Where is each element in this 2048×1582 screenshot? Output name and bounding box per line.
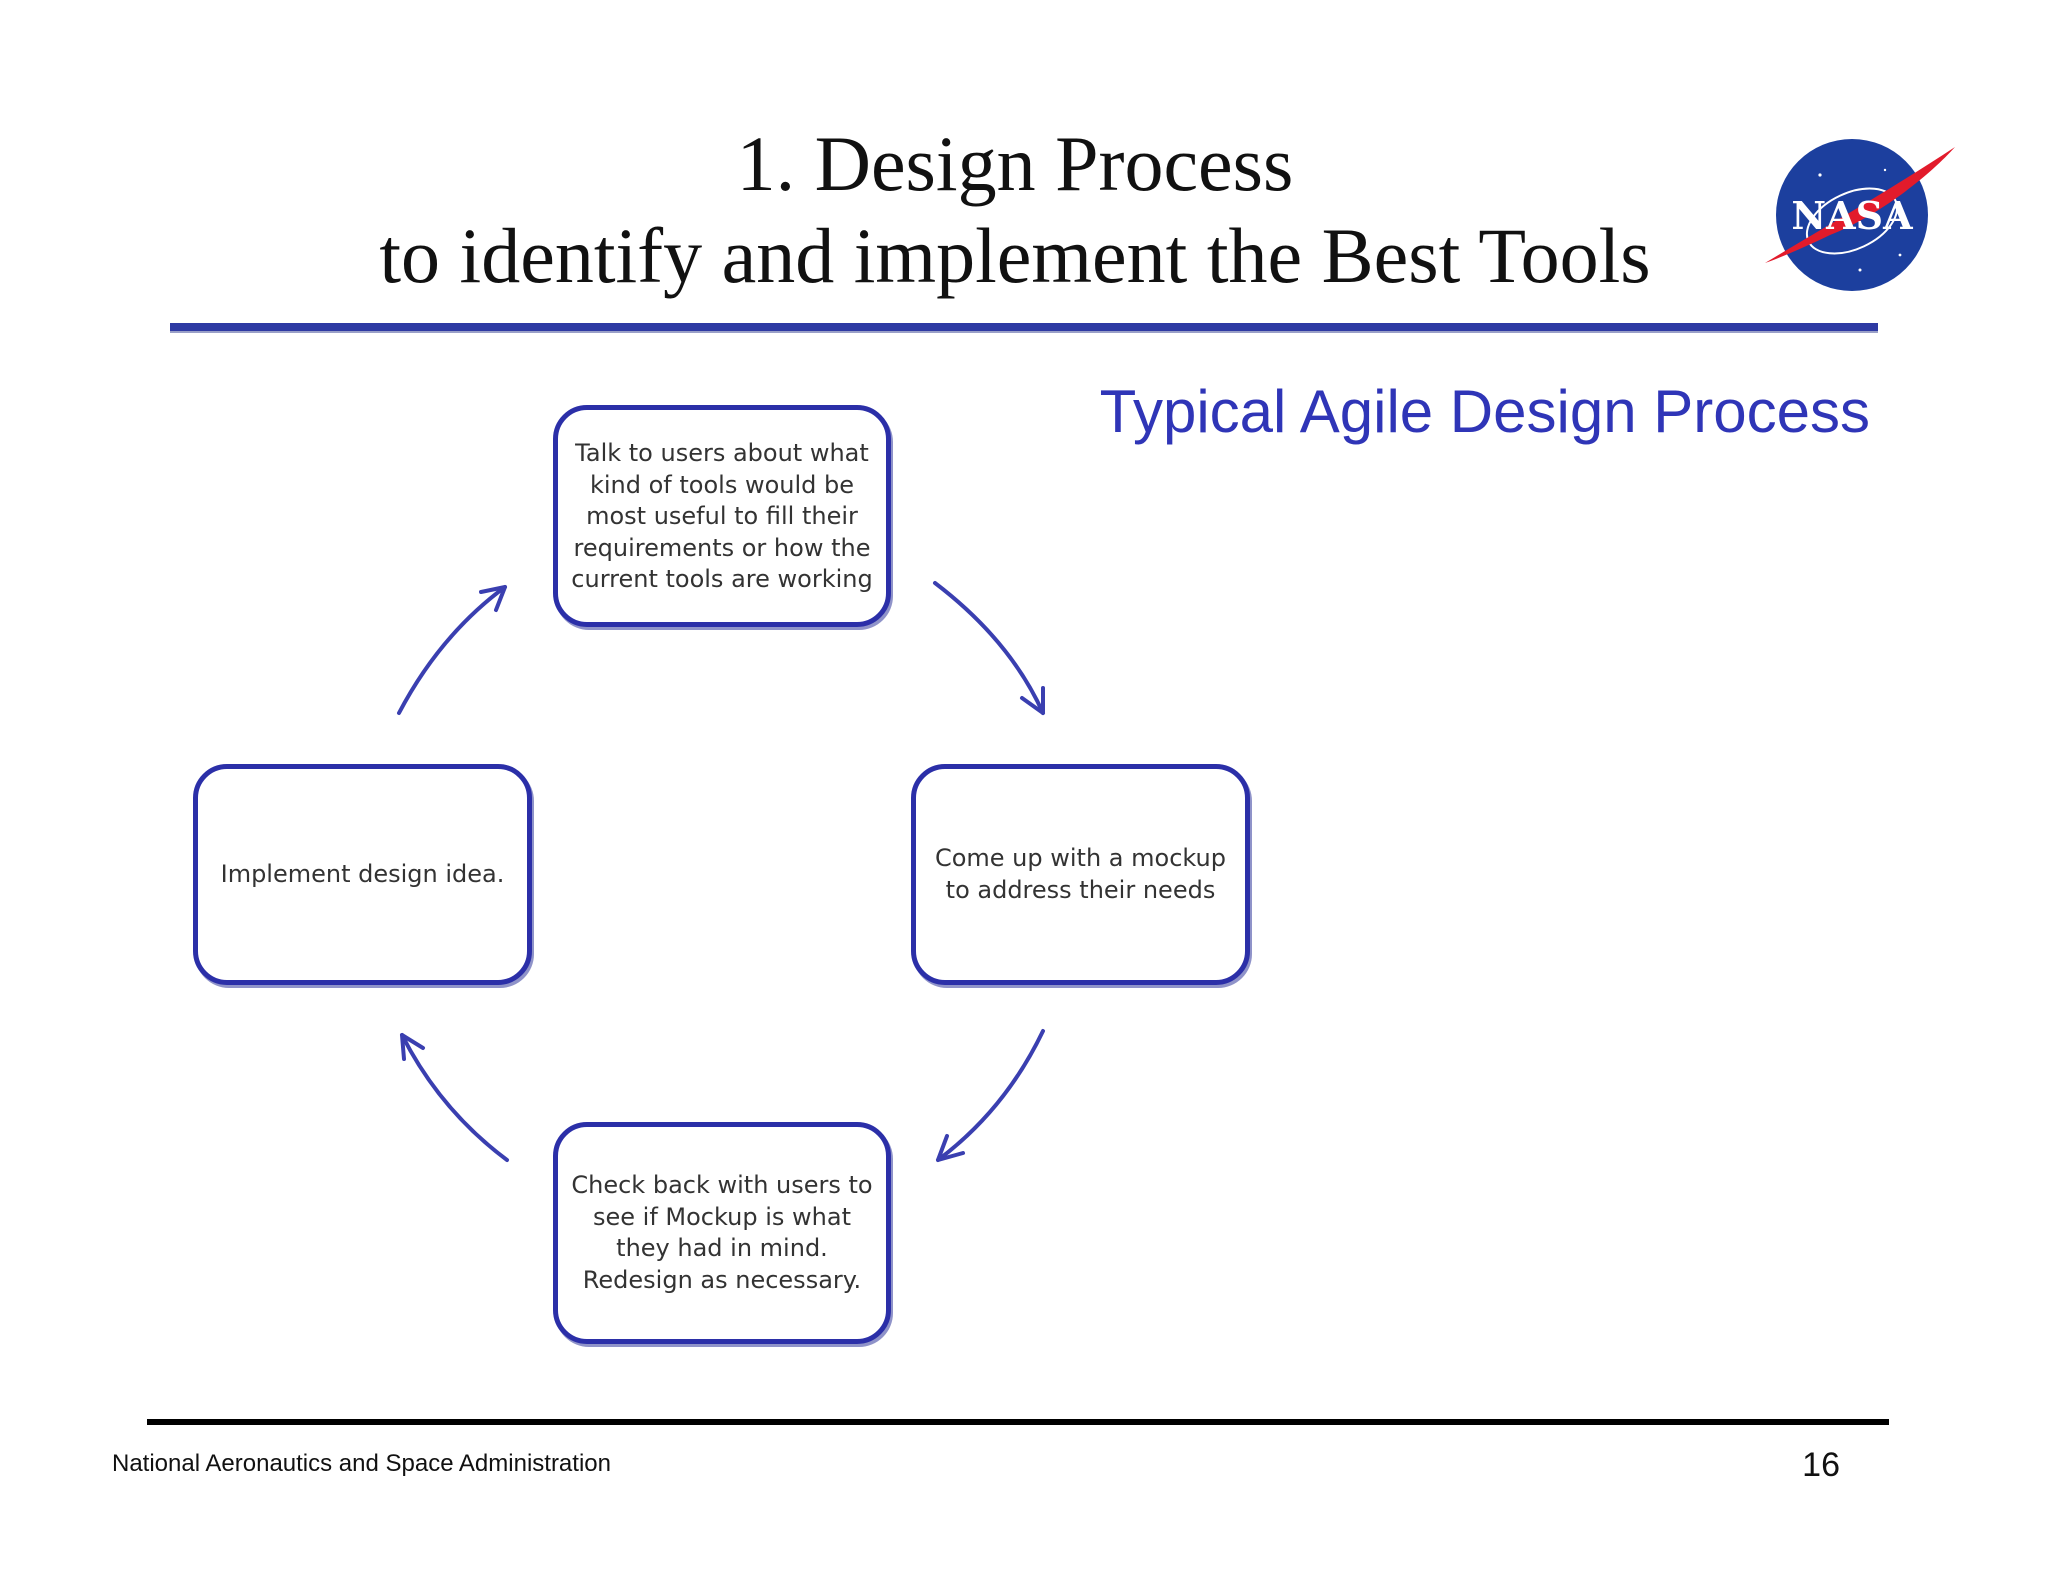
step-1-line-2: kind of tools would be (589, 470, 855, 499)
step-1-line-1: Talk to users about what (575, 439, 869, 467)
arrow-right-to-bottom (936, 1029, 1045, 1162)
step-1-line-3: most useful to fill their (586, 502, 858, 530)
page-number: 16 (1802, 1446, 1840, 1484)
step-3-line-2: see if Mockup is what (593, 1202, 851, 1231)
arrow-bottom-to-left (400, 1033, 509, 1162)
step-talk-to-users: Talk to users about what kind of tools w… (553, 405, 891, 627)
step-3-line-4: Redesign as necessary. (582, 1265, 862, 1294)
step-2-line-2: to address their needs (945, 875, 1216, 904)
footer-organization: National Aeronautics and Space Administr… (112, 1450, 611, 1477)
step-mockup: Come up with a mockup to address their n… (911, 764, 1250, 985)
step-1-line-5: current tools are working (571, 565, 873, 593)
step-3-line-3: they had in mind. (616, 1234, 828, 1262)
step-implement: Implement design idea. (193, 764, 532, 985)
arrow-left-to-top (397, 585, 507, 715)
step-3-line-1: Check back with users to (571, 1171, 873, 1199)
footer-rule (147, 1419, 1889, 1425)
step-2-line-1: Come up with a mockup (934, 844, 1227, 872)
step-4-line-1: Implement design idea. (220, 859, 505, 888)
step-check-back: Check back with users to see if Mockup i… (553, 1122, 891, 1344)
arrow-top-to-right (933, 581, 1045, 715)
step-1-line-4: requirements or how the (573, 533, 871, 562)
